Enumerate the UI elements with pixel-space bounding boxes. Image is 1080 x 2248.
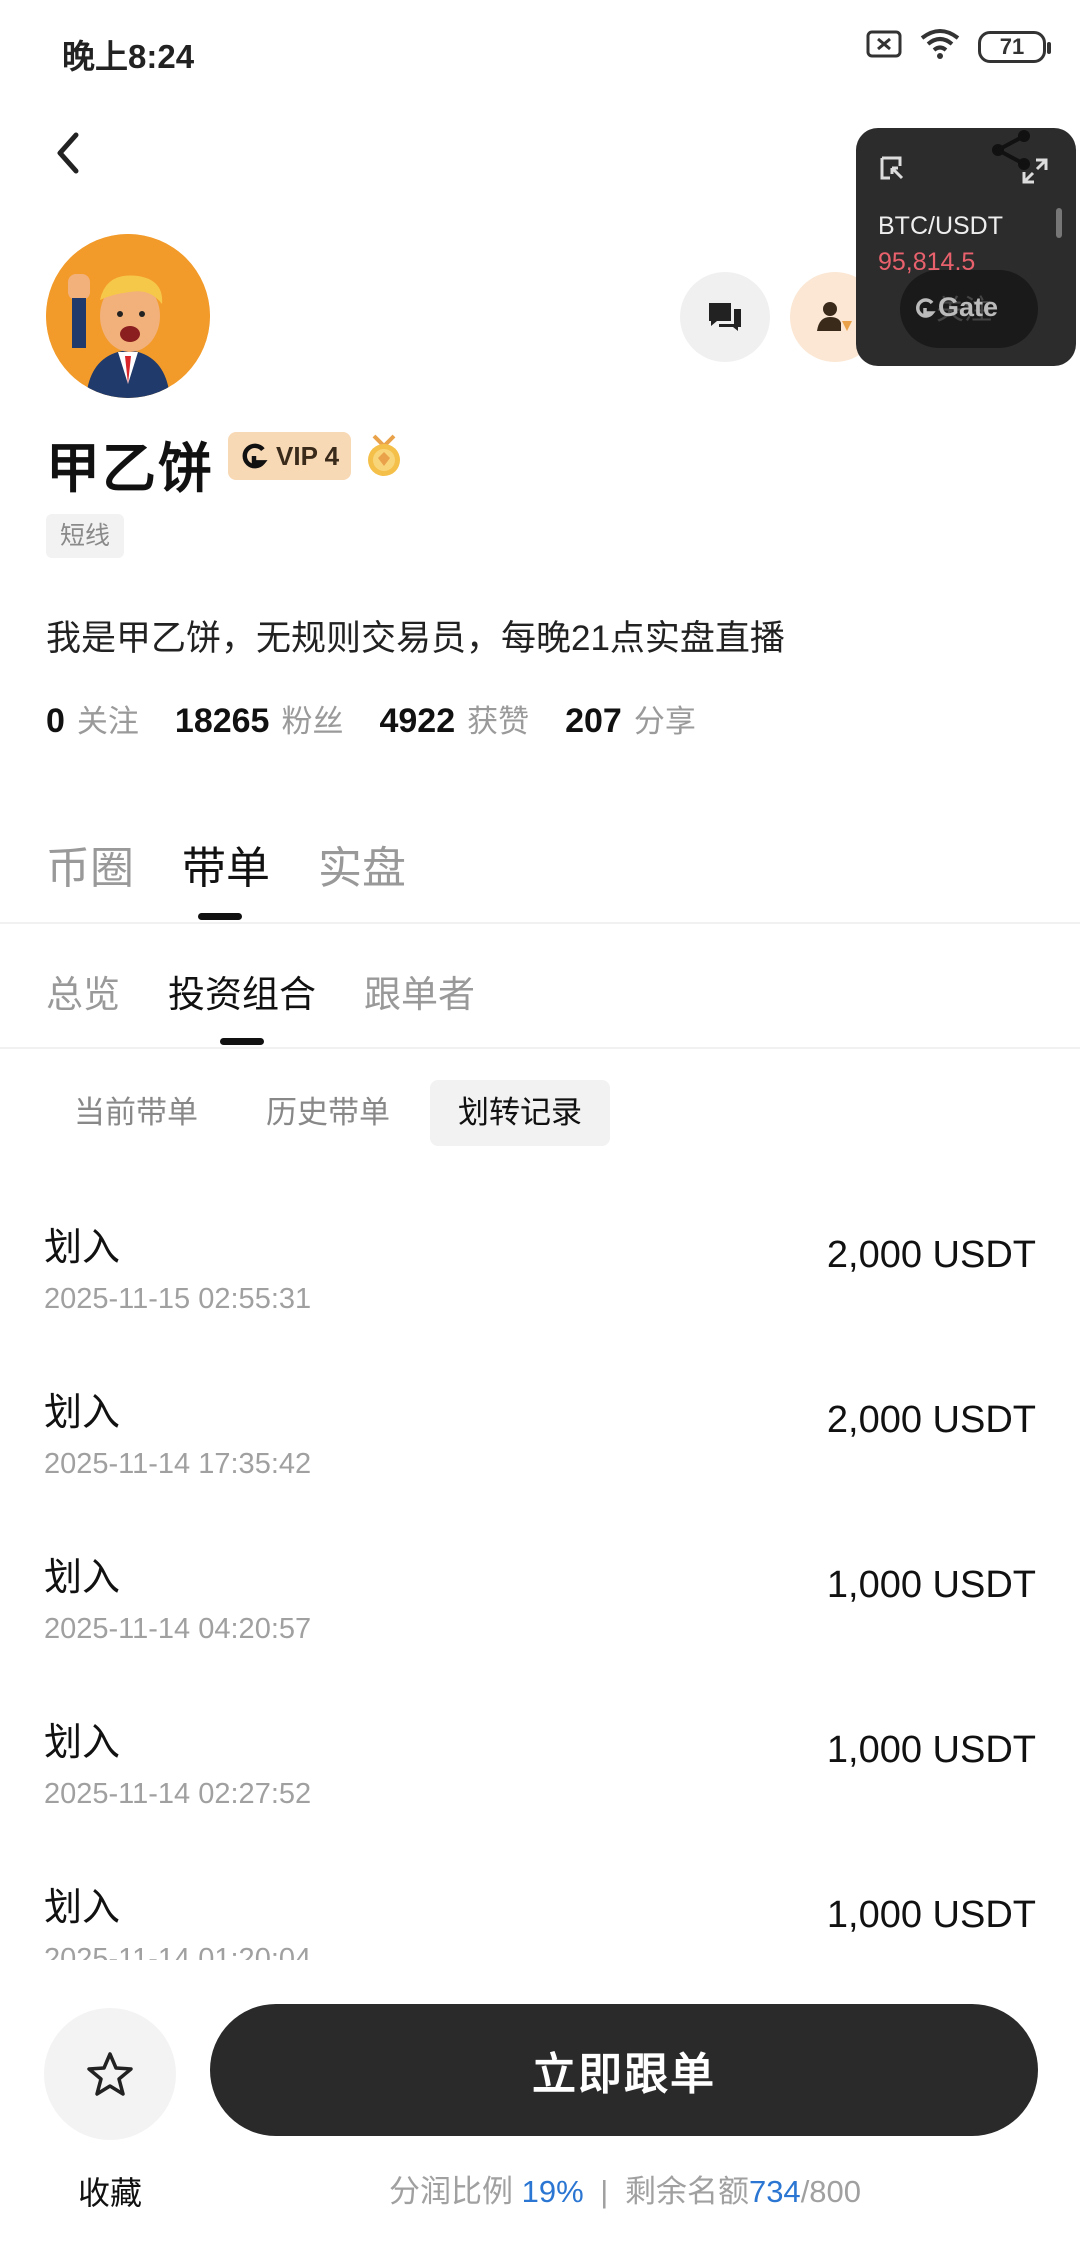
list-item[interactable]: 划入 2025-11-14 02:27:52 1,000 USDT xyxy=(0,1707,1080,1867)
gate-logo-icon xyxy=(242,443,268,469)
stat-followers-label[interactable]: 粉丝 xyxy=(281,696,343,741)
chevron-left-icon xyxy=(57,132,79,174)
copy-trade-now-button[interactable]: 立即跟单 xyxy=(210,2004,1038,2136)
tab-crypto-circle[interactable]: 币圈 xyxy=(46,832,134,896)
stat-followers-value[interactable]: 18265 xyxy=(175,702,270,741)
profile-bio: 我是甲乙饼，无规则交易员，每晚21点实盘直播 xyxy=(46,619,785,658)
stat-following-value[interactable]: 0 xyxy=(46,702,65,741)
profile-stats: 0 关注 18265 粉丝 4922 获赞 207 分享 xyxy=(46,696,732,741)
widget-scrollbar[interactable] xyxy=(1056,208,1062,238)
list-item[interactable]: 划入 2025-11-15 02:55:31 2,000 USDT xyxy=(0,1212,1080,1372)
status-icons: 71 xyxy=(866,28,1051,65)
battery-indicator: 71 xyxy=(978,30,1051,63)
remaining-value: 734 xyxy=(748,2174,801,2209)
tab-copy-trading[interactable]: 带单 xyxy=(182,832,270,896)
main-tabs: 币圈 带单 实盘 xyxy=(46,832,406,896)
record-date: 2025-11-14 04:20:57 xyxy=(44,1613,312,1645)
record-type: 划入 xyxy=(44,1722,121,1764)
record-type: 划入 xyxy=(44,1227,121,1269)
vip-badge: VIP 4 xyxy=(228,432,352,480)
star-icon xyxy=(87,2052,133,2096)
record-date: 2025-11-14 02:27:52 xyxy=(44,1778,312,1810)
follow-button-under-widget[interactable]: 关注 Gate xyxy=(900,270,1038,348)
record-amount: 1,000 USDT xyxy=(826,1564,1036,1606)
price-float-widget[interactable]: BTC/USDT 95,814.5 关注 Gate xyxy=(856,128,1076,366)
chip-history-orders[interactable]: 历史带单 xyxy=(238,1080,418,1146)
stat-likes-value: 4922 xyxy=(379,702,456,740)
profit-share-value: 19% xyxy=(521,2174,584,2209)
record-amount: 1,000 USDT xyxy=(826,1894,1036,1936)
record-type: 划入 xyxy=(44,1392,121,1434)
wifi-icon xyxy=(920,28,960,65)
sub-tabs: 总览 投资组合 跟单者 xyxy=(46,964,475,1018)
record-date: 2025-11-15 02:55:31 xyxy=(44,1283,312,1315)
status-time: 晚上8:24 xyxy=(62,38,195,75)
record-amount: 2,000 USDT xyxy=(826,1234,1036,1276)
divider xyxy=(0,922,1080,924)
list-item[interactable]: 划入 2025-11-14 17:35:42 2,000 USDT xyxy=(0,1377,1080,1537)
chat-icon xyxy=(709,303,741,331)
stat-following-label[interactable]: 关注 xyxy=(77,696,139,741)
profile-name: 甲乙饼 xyxy=(46,439,214,499)
minimize-icon[interactable] xyxy=(878,154,908,189)
record-amount: 1,000 USDT xyxy=(826,1729,1036,1771)
gate-brand-text: Gate xyxy=(938,292,999,322)
profit-share-label: 分润比例 xyxy=(388,2174,513,2209)
expand-icon[interactable] xyxy=(1020,156,1050,191)
back-button[interactable] xyxy=(44,125,94,181)
tab-followers[interactable]: 跟单者 xyxy=(364,964,475,1018)
chip-current-orders[interactable]: 当前带单 xyxy=(46,1080,226,1146)
main-tab-indicator xyxy=(198,913,242,920)
gate-logo: Gate xyxy=(914,292,998,323)
remaining-label: 剩余名额 xyxy=(624,2174,749,2209)
profit-share-info: 分润比例 19% | 剩余名额734/800 xyxy=(0,2166,1080,2211)
medal-icon xyxy=(360,432,408,485)
tab-portfolio[interactable]: 投资组合 xyxy=(168,964,316,1018)
record-type: 划入 xyxy=(44,1887,121,1929)
no-sim-icon xyxy=(866,29,902,64)
message-button[interactable] xyxy=(680,272,770,362)
avatar[interactable] xyxy=(46,234,210,398)
style-tag: 短线 xyxy=(46,514,125,558)
gate-logo-icon xyxy=(916,297,936,318)
sub-tab-indicator xyxy=(220,1038,264,1045)
tab-live-trading[interactable]: 实盘 xyxy=(318,832,406,896)
stat-likes-label: 获赞 xyxy=(467,704,530,739)
record-amount: 2,000 USDT xyxy=(826,1399,1036,1441)
favorite-button[interactable] xyxy=(44,2008,176,2140)
user-diamond-icon xyxy=(817,302,852,331)
divider xyxy=(0,1047,1080,1049)
pair-label: BTC/USDT xyxy=(878,212,1003,240)
stat-shares-value: 207 xyxy=(565,702,622,740)
record-date: 2025-11-14 17:35:42 xyxy=(44,1448,312,1480)
vip-level: VIP 4 xyxy=(276,440,340,471)
remaining-total: /800 xyxy=(800,2174,862,2209)
status-bar: 晚上8:24 71 xyxy=(0,0,1080,100)
list-item[interactable]: 划入 2025-11-14 01:20:04 1,000 USDT xyxy=(0,1872,1080,1975)
separator: | xyxy=(600,2174,609,2209)
record-type: 划入 xyxy=(44,1557,121,1599)
tab-overview[interactable]: 总览 xyxy=(46,964,120,1018)
record-filter-chips: 当前带单 历史带单 划转记录 xyxy=(46,1080,610,1146)
list-item[interactable]: 划入 2025-11-14 04:20:57 1,000 USDT xyxy=(0,1542,1080,1702)
chip-transfer-records[interactable]: 划转记录 xyxy=(430,1080,610,1146)
stat-shares-label: 分享 xyxy=(633,704,696,739)
